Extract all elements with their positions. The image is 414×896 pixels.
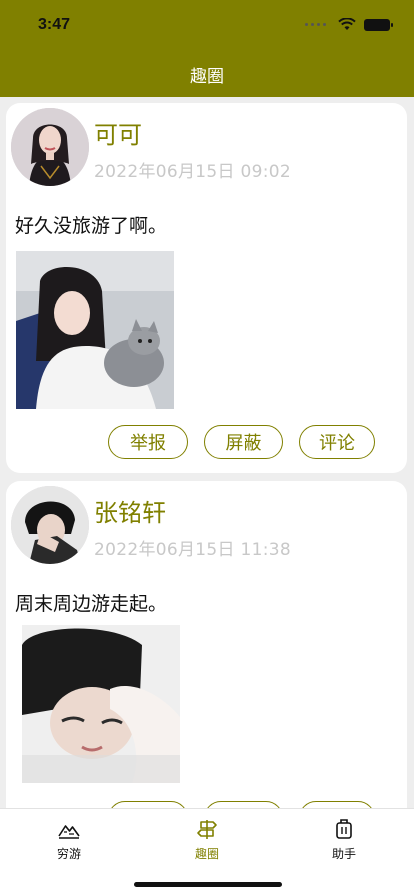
wifi-icon (338, 18, 356, 30)
status-icons (305, 18, 393, 31)
mountain-icon (58, 825, 80, 839)
post-feed[interactable]: 可可 2022年06月15日 09:02 好久没旅游了啊。 举报 屏蔽 评论 张… (0, 97, 414, 808)
post-actions: 举报 屏蔽 评论 (108, 801, 375, 808)
post-timestamp: 2022年06月15日 11:38 (94, 540, 292, 560)
post-content: 周末周边游走起。 (15, 593, 168, 615)
girl-with-cat-photo-icon (16, 251, 174, 409)
signpost-icon (197, 820, 217, 839)
tab-label: 趣圈 (194, 847, 219, 861)
status-time: 3:47 (38, 16, 71, 33)
comment-button[interactable]: 评论 (299, 425, 375, 459)
report-button[interactable]: 举报 (108, 801, 188, 808)
post-content: 好久没旅游了啊。 (15, 215, 168, 237)
home-indicator[interactable] (134, 882, 282, 887)
user-avatar[interactable] (11, 108, 89, 186)
tab-assistant[interactable]: 助手 (299, 817, 389, 862)
tab-budget-travel[interactable]: 穷游 (24, 817, 114, 862)
post-timestamp: 2022年06月15日 09:02 (94, 162, 292, 182)
page-title: 趣圈 (190, 67, 224, 87)
post-username[interactable]: 张铭轩 (94, 493, 166, 528)
post-card: 可可 2022年06月15日 09:02 好久没旅游了啊。 举报 屏蔽 评论 (6, 103, 407, 473)
post-actions: 举报 屏蔽 评论 (108, 425, 375, 459)
boy-portrait-photo-icon (22, 625, 180, 783)
post-username[interactable]: 可可 (94, 115, 142, 150)
user-avatar[interactable] (11, 486, 89, 564)
tab-label: 穷游 (56, 847, 81, 861)
post-photo[interactable] (16, 251, 174, 409)
post-photo[interactable] (22, 625, 180, 783)
signal-dots-icon (305, 23, 326, 26)
post-card: 张铭轩 2022年06月15日 11:38 周末周边游走起。 举报 屏蔽 评论 (6, 481, 407, 808)
block-button[interactable]: 屏蔽 (204, 801, 283, 808)
block-button[interactable]: 屏蔽 (204, 425, 283, 459)
girl-portrait-avatar-icon (11, 108, 89, 186)
battery-icon (364, 18, 393, 31)
app-header: 3:47 趣圈 (0, 0, 414, 97)
boy-portrait-avatar-icon (11, 486, 89, 564)
report-button[interactable]: 举报 (108, 425, 188, 459)
tab-label: 助手 (331, 847, 356, 861)
tab-interest-circle[interactable]: 趣圈 (162, 817, 252, 862)
comment-button[interactable]: 评论 (299, 801, 375, 808)
luggage-icon (336, 819, 352, 839)
